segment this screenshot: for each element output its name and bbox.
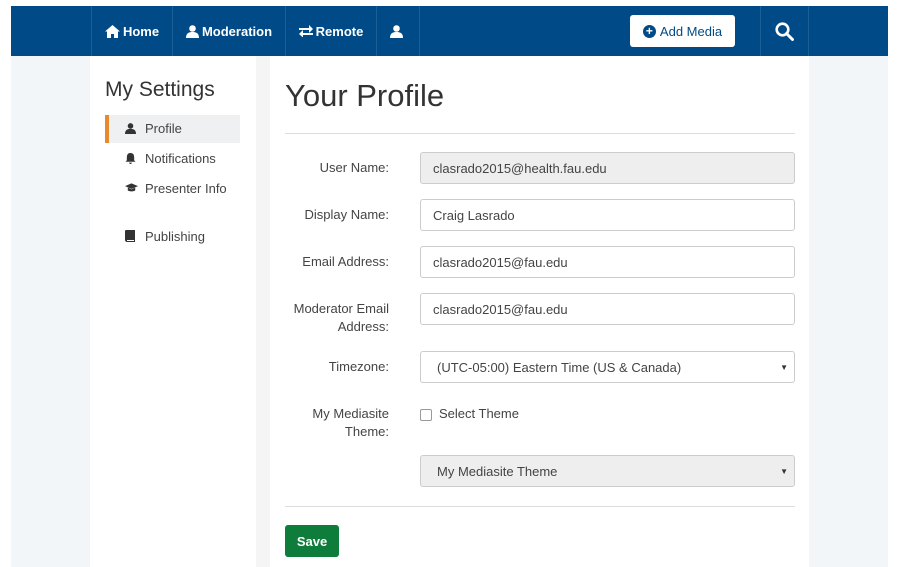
- nav-moderation[interactable]: Moderation: [172, 6, 285, 56]
- search-icon: [775, 21, 794, 41]
- page-title: Your Profile: [285, 78, 445, 113]
- nav-remote[interactable]: Remote: [285, 6, 376, 56]
- title-divider: [285, 133, 795, 134]
- left-background: [11, 56, 90, 567]
- plus-circle-icon: +: [642, 24, 656, 38]
- nav-user-menu[interactable]: [376, 6, 420, 56]
- bell-icon: [125, 153, 136, 164]
- theme-value: My Mediasite Theme: [437, 463, 558, 479]
- nav-home-label: Home: [122, 23, 160, 39]
- form-divider: [285, 506, 795, 507]
- select-theme-checkbox[interactable]: [420, 409, 432, 421]
- display-name-field[interactable]: Craig Lasrado: [420, 199, 795, 231]
- theme-select: My Mediasite Theme ▼: [420, 455, 795, 487]
- user-icon: [185, 24, 199, 38]
- add-media-button[interactable]: + Add Media: [630, 15, 735, 47]
- home-icon: [104, 24, 120, 38]
- profile-panel: Your Profile User Name: clasrado2015@hea…: [270, 56, 809, 567]
- book-icon: [125, 230, 135, 242]
- select-theme-label[interactable]: Select Theme: [439, 406, 519, 421]
- settings-sidebar: My Settings Profile Notifications Presen…: [90, 56, 256, 567]
- sidebar-item-presenter-info[interactable]: Presenter Info: [105, 180, 240, 216]
- email-value: clasrado2015@fau.edu: [433, 254, 568, 270]
- display-name-value: Craig Lasrado: [433, 207, 515, 223]
- moderator-email-field[interactable]: clasrado2015@fau.edu: [420, 293, 795, 325]
- user-icon: [125, 123, 136, 134]
- moderator-email-label: Moderator Email Address:: [293, 301, 389, 334]
- sidebar-item-label: Profile: [145, 121, 182, 136]
- email-label: Email Address:: [302, 254, 389, 269]
- sidebar-item-label: Notifications: [145, 151, 216, 166]
- sidebar-title: My Settings: [105, 78, 215, 101]
- moderator-email-value: clasrado2015@fau.edu: [433, 301, 568, 317]
- timezone-label: Timezone:: [328, 359, 389, 374]
- right-margin: [888, 0, 901, 567]
- left-margin: [0, 0, 11, 567]
- nav-moderation-label: Moderation: [201, 23, 273, 39]
- sidebar-item-notifications[interactable]: Notifications: [105, 145, 240, 173]
- graduation-cap-icon: [125, 183, 138, 192]
- nav-home[interactable]: Home: [91, 6, 172, 56]
- save-button[interactable]: Save: [285, 525, 339, 557]
- sidebar-item-profile[interactable]: Profile: [105, 115, 240, 143]
- right-background: [809, 56, 888, 567]
- timezone-select[interactable]: (UTC-05:00) Eastern Time (US & Canada) ▼: [420, 351, 795, 383]
- nav-remote-label: Remote: [315, 23, 364, 39]
- theme-label: My Mediasite Theme:: [312, 406, 389, 439]
- add-media-label: Add Media: [659, 23, 723, 39]
- user-name-value: clasrado2015@health.fau.edu: [433, 160, 607, 176]
- sidebar-item-label: Publishing: [145, 229, 205, 244]
- user-name-label: User Name:: [319, 160, 389, 175]
- timezone-value: (UTC-05:00) Eastern Time (US & Canada): [437, 359, 682, 375]
- top-navbar: Home Moderation Remote + Add Media: [11, 6, 888, 56]
- chevron-down-icon: ▼: [780, 363, 788, 372]
- user-name-field: clasrado2015@health.fau.edu: [420, 152, 795, 184]
- email-field[interactable]: clasrado2015@fau.edu: [420, 246, 795, 278]
- user-icon: [390, 24, 403, 38]
- swap-arrows-icon: [298, 25, 313, 37]
- search-button[interactable]: [760, 6, 809, 56]
- display-name-label: Display Name:: [304, 207, 389, 222]
- sidebar-item-publishing[interactable]: Publishing: [105, 223, 240, 251]
- chevron-down-icon: ▼: [780, 467, 788, 476]
